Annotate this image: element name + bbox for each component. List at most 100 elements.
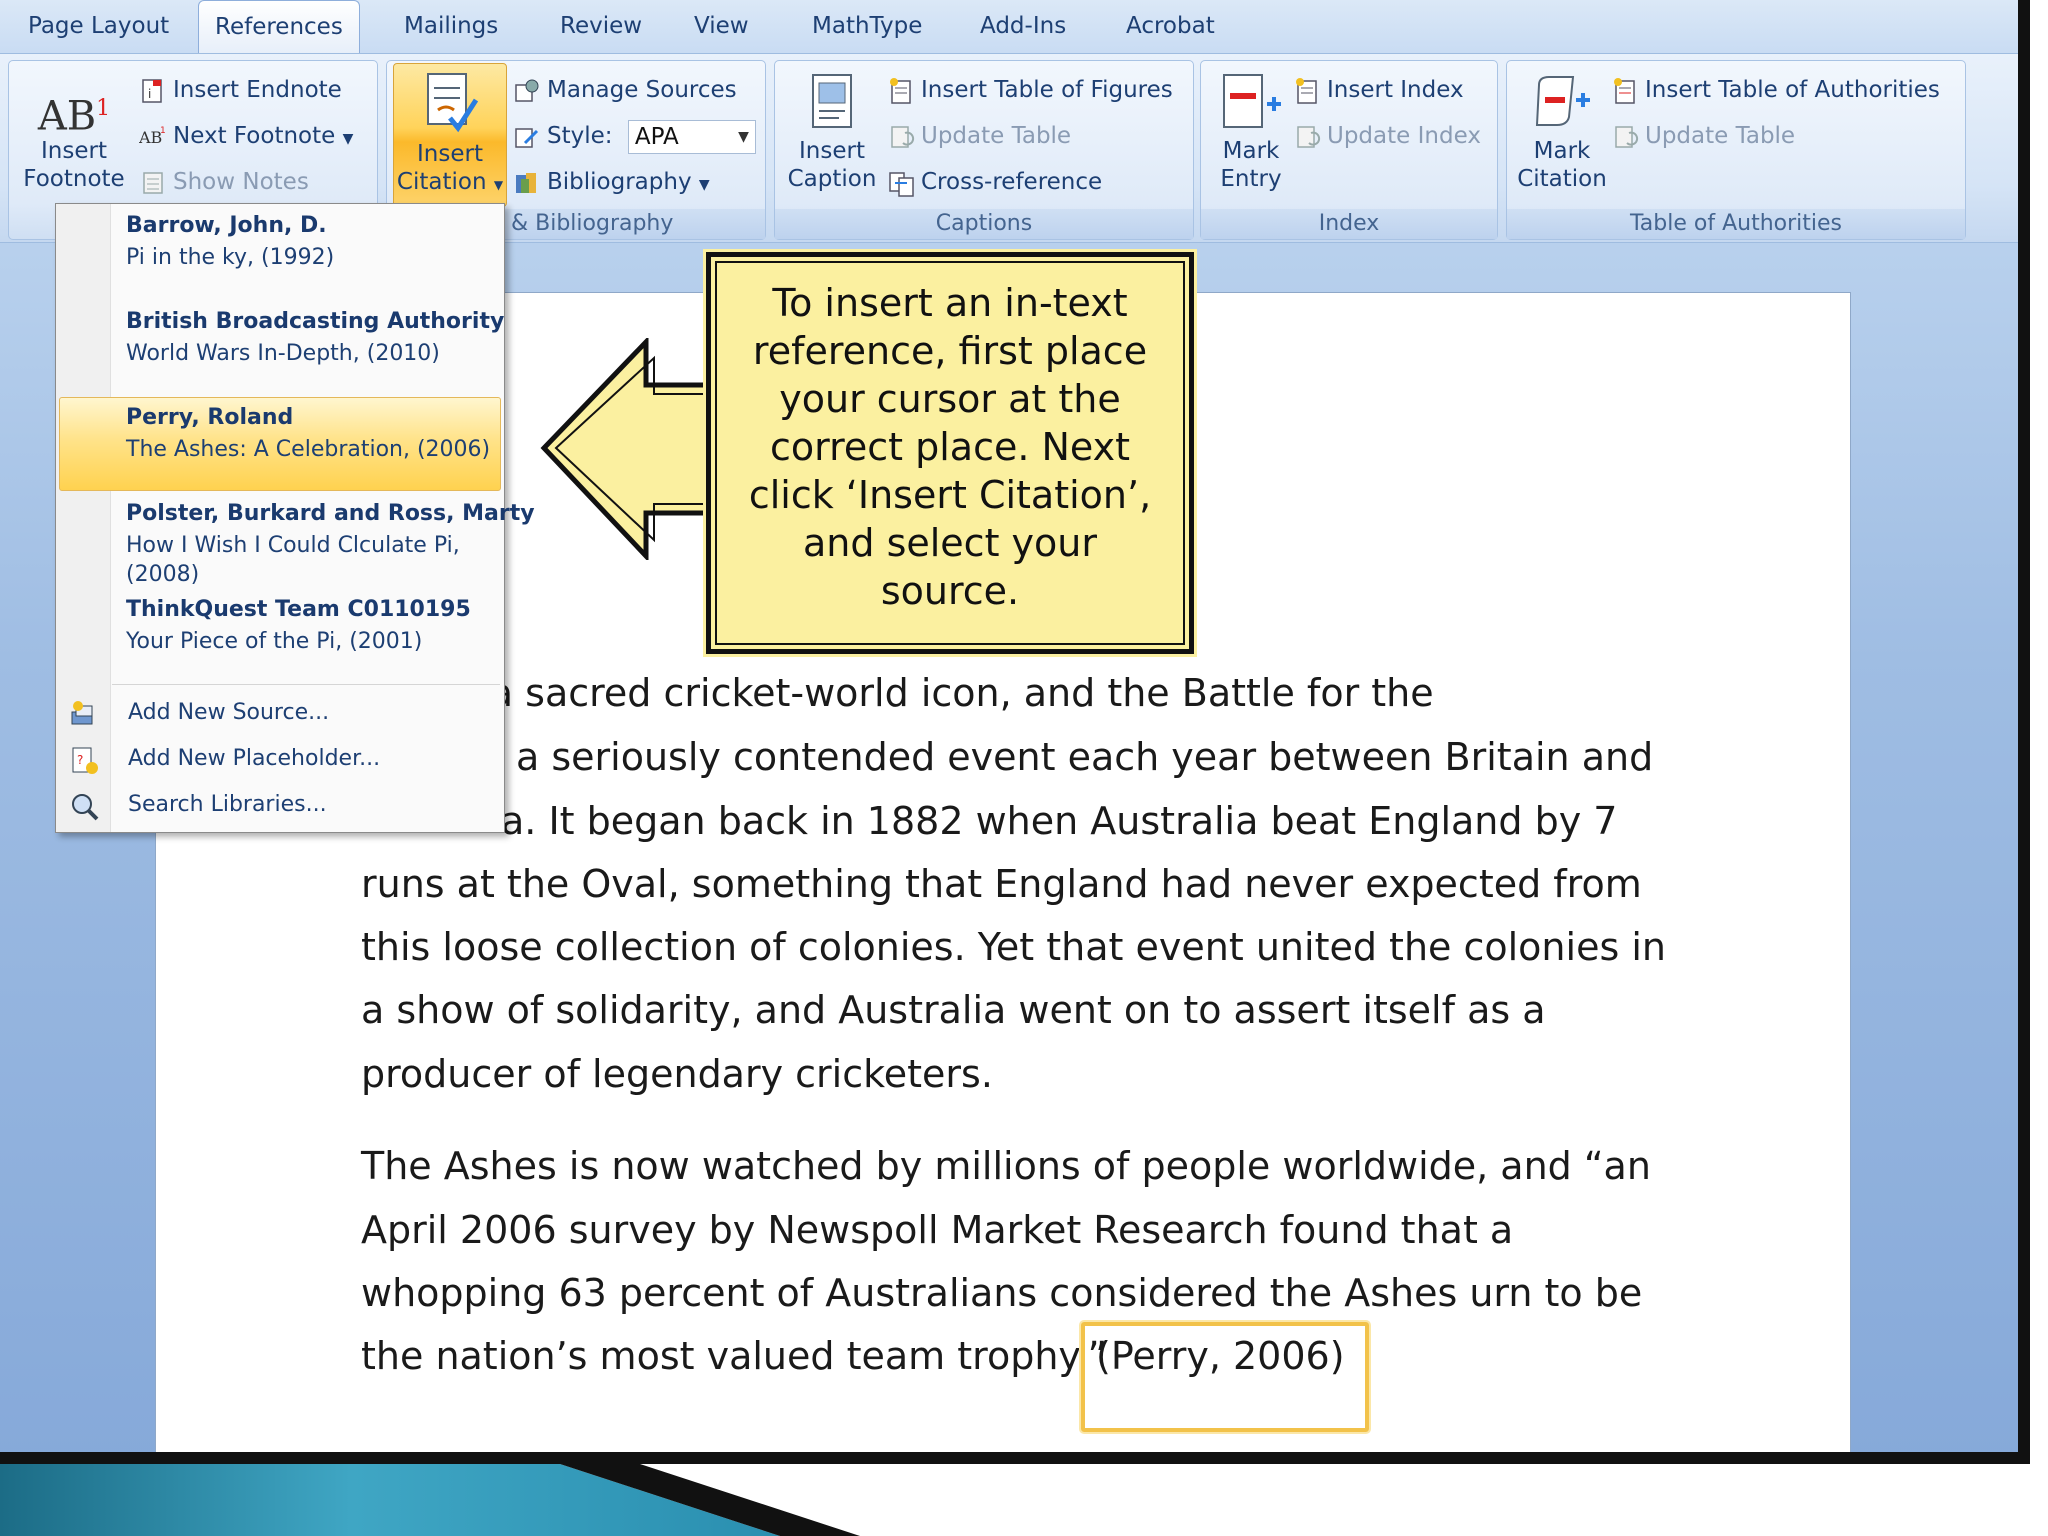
insert-endnote-button[interactable]: i Insert Endnote: [139, 73, 342, 107]
endnote-icon: i: [142, 78, 162, 103]
style-icon: [515, 127, 539, 148]
mark-entry-icon: [1223, 74, 1281, 128]
mark-entry-button[interactable]: Mark Entry: [1205, 71, 1297, 193]
insert-table-of-figures-button[interactable]: Insert Table of Figures: [887, 73, 1173, 107]
body-text-line: whopping 63 percent of Australians consi…: [361, 1271, 1643, 1315]
insert-footnote-button[interactable]: AB1 Insert Footnote: [13, 81, 135, 193]
tab-view[interactable]: View: [678, 0, 765, 52]
captions-group-label: Captions: [775, 209, 1193, 239]
bibliography-icon: [516, 172, 536, 193]
callout-line: your cursor at the: [779, 377, 1121, 421]
svg-text:i: i: [148, 87, 151, 101]
body-text-line: the nation’s most valued team trophy.”: [361, 1334, 1108, 1378]
mark-citation-icon: [1535, 76, 1590, 126]
insert-caption-button[interactable]: Insert Caption: [779, 71, 885, 193]
show-notes-button[interactable]: Show Notes: [139, 165, 309, 199]
callout-line: reference, first place: [752, 329, 1148, 373]
captions-group: Insert Caption Insert Table of Figures U…: [774, 60, 1194, 240]
mark-citation-label-2: Citation: [1517, 166, 1607, 192]
tab-mathtype[interactable]: MathType: [796, 0, 938, 52]
tab-acrobat[interactable]: Acrobat: [1110, 0, 1231, 52]
instruction-callout: To insert an in-text reference, first pl…: [703, 249, 1197, 657]
insert-citation-button[interactable]: Insert Citation ▼: [393, 63, 507, 207]
footnote-icon: AB1: [37, 93, 111, 140]
mark-citation-label-1: Mark: [1533, 138, 1591, 164]
search-libraries-icon: [72, 794, 99, 821]
source-item[interactable]: British Broadcasting Authority World War…: [126, 306, 504, 370]
add-new-placeholder-item[interactable]: Add New Placeholder...: [128, 746, 380, 771]
body-text-line: runs at the Oval, something that England…: [361, 862, 1642, 906]
insert-citation-label-2: Citation ▼: [396, 169, 504, 195]
manage-sources-button[interactable]: Manage Sources: [513, 73, 737, 107]
update-table-icon: [1615, 125, 1639, 148]
source-title: Pi in the ky, (1992): [126, 245, 335, 270]
chevron-down-icon: ▼: [698, 177, 710, 193]
next-footnote-icon: AB1: [139, 126, 166, 147]
tab-page-layout[interactable]: Page Layout: [12, 0, 185, 52]
add-new-source-item[interactable]: Add New Source...: [128, 700, 329, 725]
style-selector: Style: APA ▼: [513, 119, 756, 154]
callout-line: To insert an in-text: [772, 281, 1128, 325]
tab-add-ins[interactable]: Add-Ins: [964, 0, 1082, 52]
slide-decoration: [0, 1464, 2048, 1536]
source-item[interactable]: ThinkQuest Team C0110195 Your Piece of t…: [126, 594, 471, 658]
table-of-authorities-icon: [1614, 77, 1635, 104]
update-table-figures-button[interactable]: Update Table: [887, 119, 1071, 153]
mark-entry-label-1: Mark: [1222, 138, 1280, 164]
cross-reference-button[interactable]: Cross-reference: [887, 165, 1102, 199]
mark-citation-button[interactable]: Mark Citation: [1511, 71, 1613, 193]
callout-line: click ‘Insert Citation’,: [748, 473, 1152, 517]
svg-text:AB: AB: [139, 128, 162, 147]
update-table-authorities-button[interactable]: Update Table: [1611, 119, 1795, 153]
svg-text:1: 1: [160, 126, 166, 136]
source-author: Perry, Roland: [126, 405, 294, 430]
body-text-line: a. It began back in 1882 when Australia …: [501, 799, 1618, 843]
insert-index-button[interactable]: Insert Index: [1293, 73, 1464, 107]
next-footnote-button[interactable]: AB 1 Next Footnote ▼: [139, 119, 353, 153]
citation-highlight-box: [1081, 1322, 1369, 1432]
update-table-icon: [891, 125, 915, 148]
source-item[interactable]: Polster, Burkard and Ross, Marty How I W…: [126, 498, 535, 588]
frame-bottom-border: [0, 1452, 2030, 1464]
callout-text: To insert an in-text reference, first pl…: [719, 279, 1181, 615]
word-window: Page Layout References Mailings Review V…: [0, 0, 2027, 1462]
insert-footnote-label-1: Insert: [41, 138, 107, 164]
style-dropdown-value: APA: [634, 123, 679, 150]
insert-caption-label-2: Caption: [787, 166, 877, 192]
update-index-button[interactable]: Update Index: [1293, 119, 1481, 153]
source-title: World Wars In-Depth, (2010): [126, 341, 440, 366]
add-source-icon: [71, 701, 93, 725]
tab-mailings[interactable]: Mailings: [388, 0, 514, 52]
svg-text:?: ?: [77, 753, 83, 767]
ribbon-tab-row: Page Layout References Mailings Review V…: [0, 0, 2018, 55]
source-title: Your Piece of the Pi, (2001): [126, 629, 423, 654]
tab-references[interactable]: References: [198, 0, 360, 55]
index-group: Mark Entry Insert Index Update Index Ind…: [1200, 60, 1498, 240]
mark-entry-label-2: Entry: [1220, 166, 1282, 192]
menu-separator: [112, 684, 500, 685]
chevron-down-icon: ▼: [342, 131, 354, 147]
insert-table-of-authorities-button[interactable]: Insert Table of Authorities: [1611, 73, 1940, 107]
chevron-down-icon: ▼: [738, 128, 749, 145]
source-item[interactable]: Barrow, John, D. Pi in the ky, (1992): [126, 210, 334, 274]
search-libraries-item[interactable]: Search Libraries...: [128, 792, 327, 817]
callout-line: source.: [880, 569, 1020, 613]
source-item-selected[interactable]: Perry, Roland The Ashes: A Celebration, …: [126, 402, 490, 466]
insert-citation-menu: Barrow, John, D. Pi in the ky, (1992) Br…: [55, 203, 535, 833]
source-author: ThinkQuest Team C0110195: [126, 597, 471, 622]
insert-footnote-label-2: Footnote: [23, 166, 125, 192]
body-text-line: a show of solidarity, and Australia went…: [361, 988, 1546, 1032]
table-of-figures-icon: [890, 77, 911, 104]
tab-review[interactable]: Review: [544, 0, 658, 52]
body-text-line: a seriously contended event each year be…: [516, 735, 1654, 779]
show-notes-icon: [143, 171, 163, 194]
body-text-line: The Ashes is now watched by millions of …: [361, 1144, 1651, 1188]
source-author: British Broadcasting Authority: [126, 309, 505, 334]
style-dropdown[interactable]: APA ▼: [627, 119, 756, 154]
source-title: How I Wish I Could Clculate Pi,: [126, 533, 460, 558]
insert-caption-label-1: Insert: [799, 138, 865, 164]
callout-line: and select your: [803, 521, 1097, 565]
authorities-group-label: Table of Authorities: [1507, 209, 1965, 239]
body-text-line: this loose collection of colonies. Yet t…: [361, 925, 1666, 969]
bibliography-button[interactable]: Bibliography ▼: [513, 165, 710, 199]
